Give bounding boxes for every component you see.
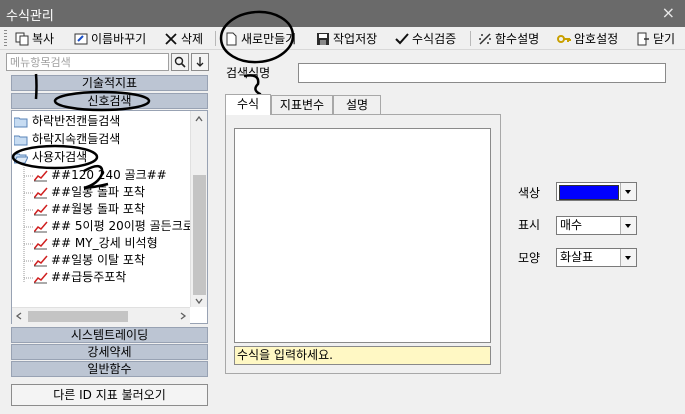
toolbar-grip xyxy=(4,30,7,46)
color-picker[interactable] xyxy=(556,182,637,201)
display-label: 표시 xyxy=(518,218,541,232)
tab-formula[interactable]: 수식 xyxy=(225,94,271,115)
display-select[interactable]: 매수 xyxy=(556,216,637,235)
formula-editor[interactable] xyxy=(234,128,491,343)
title-bar: 수식관리 × xyxy=(0,0,685,27)
arrow-down-icon xyxy=(196,57,204,67)
category-general-functions[interactable]: 일반함수 xyxy=(11,361,208,377)
tree-item[interactable]: ##일봉 돌파 포착 xyxy=(33,184,145,201)
tree-horizontal-scrollbar[interactable] xyxy=(12,307,190,324)
folder-icon xyxy=(13,116,28,128)
save-button[interactable]: 작업저장 xyxy=(316,29,377,48)
category-signal-search[interactable]: 신호검색 xyxy=(11,93,208,109)
tab-description[interactable]: 설명 xyxy=(333,95,381,115)
category-technical-indicators[interactable]: 기술적지표 xyxy=(11,75,208,91)
search-button[interactable] xyxy=(171,53,189,71)
tree-item[interactable]: ## 5이평 20이평 골든크로 xyxy=(33,218,194,235)
tree-item[interactable]: ##120 240 골크## xyxy=(33,167,167,184)
chart-line-icon xyxy=(33,204,48,216)
chart-line-icon xyxy=(33,255,48,267)
name-label: 검색식명 xyxy=(226,66,271,80)
save-icon xyxy=(316,32,330,46)
new-button[interactable]: 새로만들기 xyxy=(224,29,296,48)
close-door-icon xyxy=(636,32,650,46)
load-other-id-button[interactable]: 다른 ID 지표 불러오기 xyxy=(11,384,208,406)
window-close-icon[interactable]: × xyxy=(662,3,675,22)
color-label: 색상 xyxy=(518,186,541,200)
tree-item[interactable]: ## MY_강세 비석형 xyxy=(33,235,158,252)
shape-label: 모양 xyxy=(518,251,541,265)
key-icon xyxy=(557,32,571,46)
tree-vertical-scrollbar[interactable] xyxy=(190,111,207,307)
chevron-down-icon xyxy=(620,249,636,266)
password-button[interactable]: 암호설정 xyxy=(557,29,618,48)
verify-button[interactable]: 수식검증 xyxy=(395,29,456,48)
rename-icon xyxy=(74,32,88,46)
chevron-down-icon xyxy=(620,217,636,234)
chart-line-icon xyxy=(33,272,48,284)
tree-item[interactable]: ##일봉 이탈 포착 xyxy=(33,252,145,269)
chevron-down-icon xyxy=(620,183,636,200)
chart-line-icon xyxy=(33,187,48,199)
chart-line-icon xyxy=(33,221,48,233)
shape-select[interactable]: 화살표 xyxy=(556,248,637,267)
copy-icon xyxy=(15,32,29,46)
display-select-value: 매수 xyxy=(560,218,583,232)
toolbar-separator xyxy=(470,31,471,46)
function-help-icon xyxy=(478,32,492,46)
tree-folder-user-search[interactable]: 사용자검색 xyxy=(13,149,87,166)
tab-indicator-variables[interactable]: 지표변수 xyxy=(271,95,333,115)
toolbar: 복사 이름바꾸기 삭제 새로만들기 작업저장 수식검증 함수설명 암호설정 닫기 xyxy=(0,27,685,50)
search-icon xyxy=(174,56,186,68)
name-input[interactable] xyxy=(298,63,666,83)
folder-open-icon xyxy=(13,152,29,164)
new-document-icon xyxy=(224,32,238,46)
chart-line-icon xyxy=(33,170,48,182)
tree-folder-bearish-reversal[interactable]: 하락반전캔들검색 xyxy=(13,113,120,130)
copy-button[interactable]: 복사 xyxy=(15,29,54,48)
function-help-button[interactable]: 함수설명 xyxy=(478,29,539,48)
chart-line-icon xyxy=(33,238,48,250)
check-icon xyxy=(395,32,409,46)
tree-folder-bearish-continuation[interactable]: 하락지속캔들검색 xyxy=(13,131,120,148)
tree-item[interactable]: ##월봉 돌파 포착 xyxy=(33,201,145,218)
rename-button[interactable]: 이름바꾸기 xyxy=(74,29,146,48)
category-system-trading[interactable]: 시스템트레이딩 xyxy=(11,327,208,343)
delete-icon xyxy=(164,32,178,46)
delete-button[interactable]: 삭제 xyxy=(164,29,203,48)
category-strength-weakness[interactable]: 강세약세 xyxy=(11,344,208,360)
tree-item[interactable]: ##급등주포착 xyxy=(33,269,126,286)
toolbar-separator xyxy=(215,31,216,46)
formula-hint: 수식을 입력하세요. xyxy=(234,346,491,365)
window-title: 수식관리 xyxy=(6,9,54,24)
shape-select-value: 화살표 xyxy=(560,250,594,264)
search-input[interactable] xyxy=(6,53,169,71)
search-next-button[interactable] xyxy=(191,53,209,71)
formula-tree: 하락반전캔들검색 하락지속캔들검색 사용자검색 ##120 240 골크## #… xyxy=(11,110,208,324)
close-button[interactable]: 닫기 xyxy=(636,29,675,48)
folder-icon xyxy=(13,134,28,146)
color-swatch xyxy=(559,185,619,200)
